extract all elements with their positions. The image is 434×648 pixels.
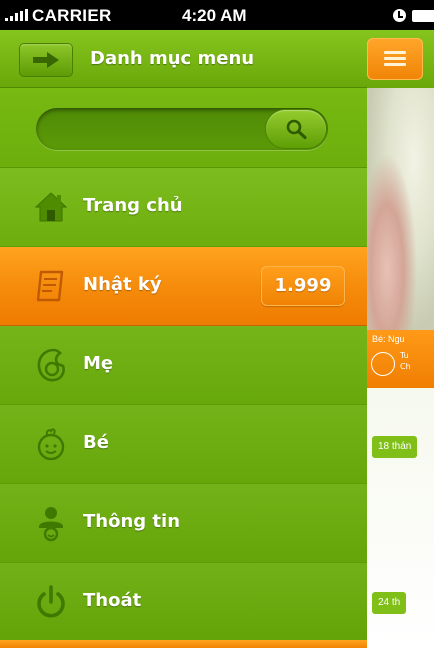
carrier-name: CARRIER (32, 6, 112, 25)
age-tag[interactable]: 24 th (372, 592, 407, 614)
menu-item-baby[interactable]: Bé (0, 405, 367, 484)
baby-info-line: Ch (400, 362, 411, 371)
menu-toggle-button[interactable] (367, 38, 423, 80)
baby-name: Bé: Ngu (372, 334, 405, 344)
content-header (367, 30, 434, 88)
menu-item-label: Bé (83, 432, 109, 453)
menu-item-label: Trang chủ (83, 195, 183, 216)
signal-strength-icon (5, 9, 31, 21)
search-button[interactable] (266, 110, 326, 148)
search-icon (286, 119, 307, 140)
menu-item-diary[interactable]: Nhật ký 1.999 (0, 247, 367, 326)
menu-item-label: Thoát (83, 590, 142, 611)
baby-info-bar: Bé: Ngu Tu Ch (367, 330, 434, 388)
power-icon (37, 585, 65, 618)
baby-face-icon (371, 352, 395, 376)
baby-icon (37, 428, 65, 461)
menu-item-label: Mẹ (83, 353, 114, 374)
close-menu-button[interactable] (19, 43, 73, 77)
main-content-peek: Bé: Ngu Tu Ch 18 thán 24 th (367, 30, 434, 648)
menu-item-label: Thông tin (83, 511, 181, 532)
search-bar (0, 88, 367, 168)
baby-info-text: Tu Ch (400, 350, 411, 372)
age-tag[interactable]: 18 thán (372, 436, 418, 458)
menu-item-logout[interactable]: Thoát (0, 563, 367, 642)
diary-count-badge: 1.999 (261, 266, 345, 306)
battery-icon (412, 10, 434, 22)
status-time: 4:20 AM (182, 6, 247, 25)
alarm-icon (393, 9, 406, 22)
menu-title: Danh mục menu (90, 48, 255, 69)
menu-item-info[interactable]: Thông tin (0, 484, 367, 563)
arrow-right-icon (33, 52, 59, 68)
diary-icon (36, 270, 64, 302)
baby-photo (367, 88, 434, 330)
menu-item-mother[interactable]: Mẹ (0, 326, 367, 405)
menu-header: Danh mục menu (0, 30, 367, 88)
menu-item-label: Nhật ký (83, 274, 162, 295)
baby-info-line: Tu (400, 351, 409, 360)
menu-footer (0, 640, 367, 648)
menu-item-home[interactable]: Trang chủ (0, 168, 367, 247)
home-icon (34, 192, 68, 222)
mother-icon (37, 348, 65, 382)
side-menu: Danh mục menu Trang chủ Nhật ký 1.999 Mẹ… (0, 30, 367, 648)
status-bar: CARRIER 4:20 AM (0, 0, 434, 30)
info-person-icon (39, 507, 63, 542)
